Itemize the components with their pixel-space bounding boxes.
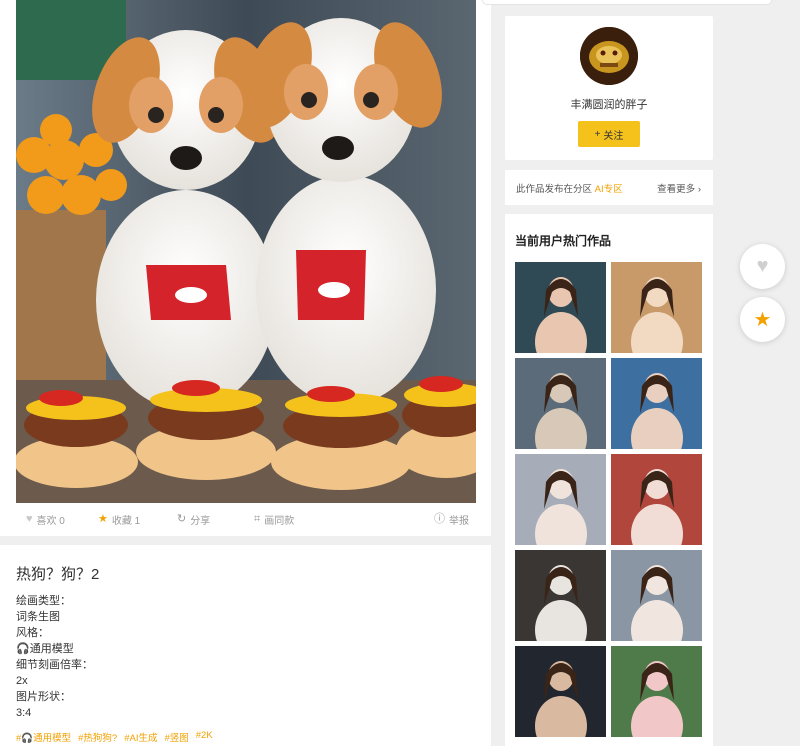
zone-prefix: 此作品发布在分区 — [516, 184, 593, 195]
tag-item[interactable]: #🎧通用模型 — [16, 730, 71, 744]
desc-line: 绘画类型： — [16, 595, 71, 607]
hot-work-thumbnail[interactable] — [515, 646, 606, 737]
hot-work-thumbnail[interactable] — [515, 262, 606, 353]
artwork-card: ♥ 喜欢 0 ★ 收藏 1 ↻ 分享 ⌗ 画同款 ⓘ 举报 — [0, 0, 491, 536]
desc-line: 🎧通用模型 — [16, 643, 74, 655]
tag-item[interactable]: #AI生成 — [124, 730, 157, 744]
zone-info: 此作品发布在分区 AI专区 — [516, 181, 623, 195]
like-label: 喜欢 0 — [36, 516, 65, 527]
artwork-title: 热狗？狗？2 — [16, 566, 100, 583]
hot-work-thumbnail[interactable] — [611, 358, 702, 449]
chevron-right-icon: › — [697, 184, 701, 195]
tag-item[interactable]: #热狗狗? — [78, 730, 117, 744]
star-icon: ★ — [98, 513, 108, 525]
same-style-action[interactable]: ⌗ 画同款 — [254, 512, 295, 528]
desc-line: 细节刻画倍率： — [16, 659, 93, 671]
author-name: 丰满圆润的胖子 — [570, 99, 648, 111]
same-style-label: 画同款 — [264, 516, 295, 527]
tag-list: #🎧通用模型 #热狗狗? #AI生成 #竖图 #2K — [16, 730, 475, 744]
hot-work-thumbnail[interactable] — [611, 646, 702, 737]
avatar[interactable] — [580, 27, 638, 85]
follow-button[interactable]: + 关注 — [578, 121, 640, 147]
view-more-label: 查看更多 — [657, 184, 696, 195]
hot-work-thumbnail[interactable] — [515, 454, 606, 545]
desc-line: 风格： — [16, 627, 49, 639]
artwork-image[interactable] — [16, 0, 476, 503]
heart-icon: ♥ — [26, 513, 33, 525]
desc-line: 2x — [16, 675, 28, 687]
desc-line: 词条生图 — [16, 611, 60, 623]
floating-like-button[interactable]: ♥ — [740, 244, 785, 289]
desc-line: 3:4 — [16, 707, 32, 719]
follow-label: 关注 — [603, 130, 624, 142]
top-bar-edge — [482, 0, 772, 5]
hot-work-thumbnail[interactable] — [515, 550, 606, 641]
share-label: 分享 — [190, 516, 211, 527]
heart-icon: ♥ — [756, 255, 769, 277]
author-card: 丰满圆润的胖子 + 关注 — [505, 16, 713, 160]
star-icon: ★ — [753, 309, 772, 331]
artwork-action-bar: ♥ 喜欢 0 ★ 收藏 1 ↻ 分享 ⌗ 画同款 ⓘ 举报 — [0, 503, 491, 536]
desc-line: 图片形状： — [16, 691, 71, 703]
description-card: 热狗？狗？2 绘画类型： 词条生图 风格： 🎧通用模型 细节刻画倍率： 2x 图… — [0, 545, 491, 746]
favorite-action[interactable]: ★ 收藏 1 — [98, 512, 141, 528]
hot-work-thumbnail[interactable] — [611, 550, 702, 641]
share-icon: ↻ — [177, 513, 187, 525]
zone-card: 此作品发布在分区 AI专区 查看更多 › — [505, 170, 713, 205]
hot-work-thumbnail[interactable] — [611, 454, 702, 545]
plus-icon: + — [594, 128, 601, 140]
hot-work-thumbnail[interactable] — [611, 262, 702, 353]
share-action[interactable]: ↻ 分享 — [177, 512, 211, 528]
favorite-label: 收藏 1 — [111, 516, 141, 527]
frame-icon: ⌗ — [254, 513, 261, 525]
view-more-link[interactable]: 查看更多 › — [657, 181, 701, 195]
tag-item[interactable]: #竖图 — [164, 730, 188, 744]
zone-link[interactable]: AI专区 — [595, 184, 623, 195]
hot-works-title: 当前用户热门作品 — [515, 234, 612, 248]
tag-item[interactable]: #2K — [196, 730, 213, 744]
report-label: 举报 — [449, 516, 469, 527]
info-icon: ⓘ — [434, 513, 445, 525]
hot-works-card: 当前用户热门作品 — [505, 214, 713, 746]
report-action[interactable]: ⓘ 举报 — [434, 512, 469, 528]
hot-work-thumbnail[interactable] — [515, 358, 606, 449]
like-action[interactable]: ♥ 喜欢 0 — [26, 512, 65, 528]
floating-favorite-button[interactable]: ★ — [740, 297, 785, 342]
